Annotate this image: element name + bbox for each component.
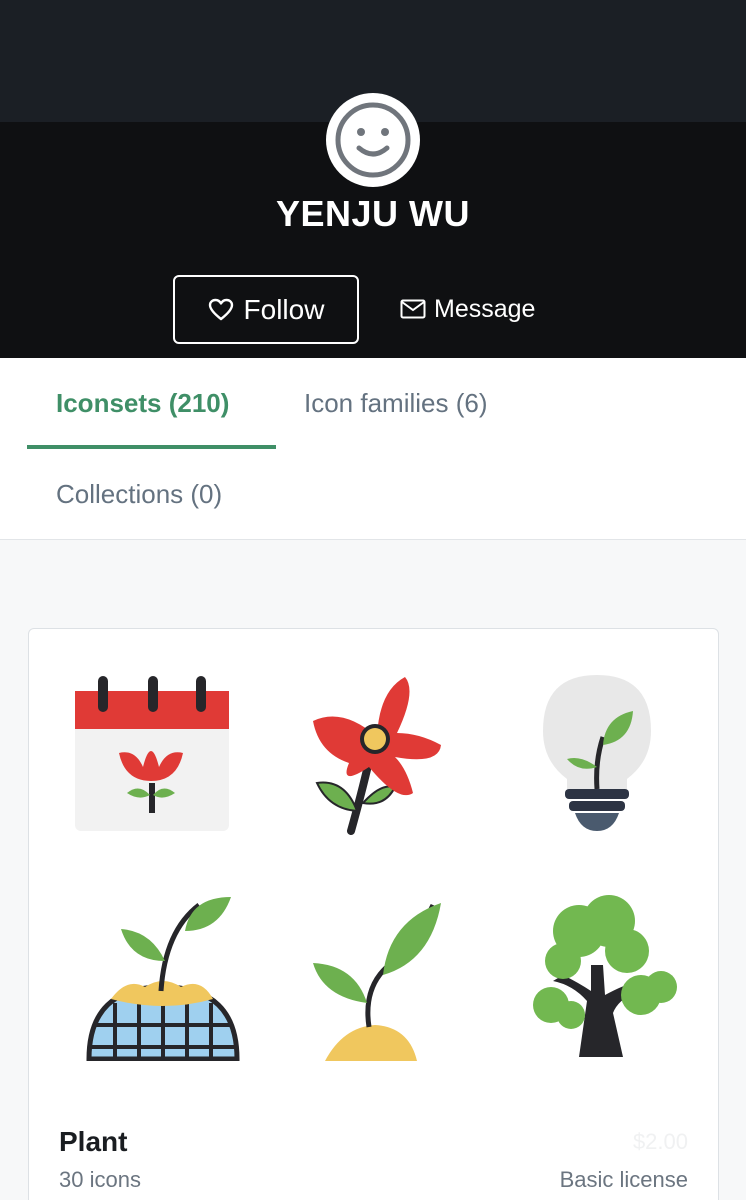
tab-collections[interactable]: Collections (0) xyxy=(56,479,222,510)
smiley-face-icon xyxy=(335,102,411,178)
profile-tabs: Iconsets (210) Icon families (6) Collect… xyxy=(0,358,746,540)
plant-lightbulb-icon xyxy=(519,671,679,841)
profile-name: YENJU WU xyxy=(275,193,471,234)
message-button[interactable]: Message xyxy=(400,285,535,333)
red-flower-icon xyxy=(299,671,459,841)
sprout-soil-icon xyxy=(303,891,463,1061)
active-tab-indicator xyxy=(27,445,276,449)
tree-icon xyxy=(523,891,683,1061)
avatar[interactable] xyxy=(326,93,420,187)
heart-icon xyxy=(208,298,233,320)
tab-icon-families[interactable]: Icon families (6) xyxy=(304,388,488,419)
iconset-card[interactable]: Plant $2.00 30 icons Basic license xyxy=(28,628,719,1200)
calendar-flower-icon xyxy=(71,671,231,841)
globe-sprout-icon xyxy=(81,891,241,1062)
follow-label: Follow xyxy=(243,293,325,325)
iconset-title[interactable]: Plant xyxy=(59,1126,127,1158)
iconset-license: Basic license xyxy=(559,1167,688,1192)
tab-iconsets[interactable]: Iconsets (210) xyxy=(56,388,229,419)
envelope-icon xyxy=(400,299,426,319)
message-label: Message xyxy=(434,294,536,323)
iconset-price: $2.00 xyxy=(632,1129,688,1154)
follow-button[interactable]: Follow xyxy=(173,275,359,344)
iconset-count: 30 icons xyxy=(59,1167,141,1192)
